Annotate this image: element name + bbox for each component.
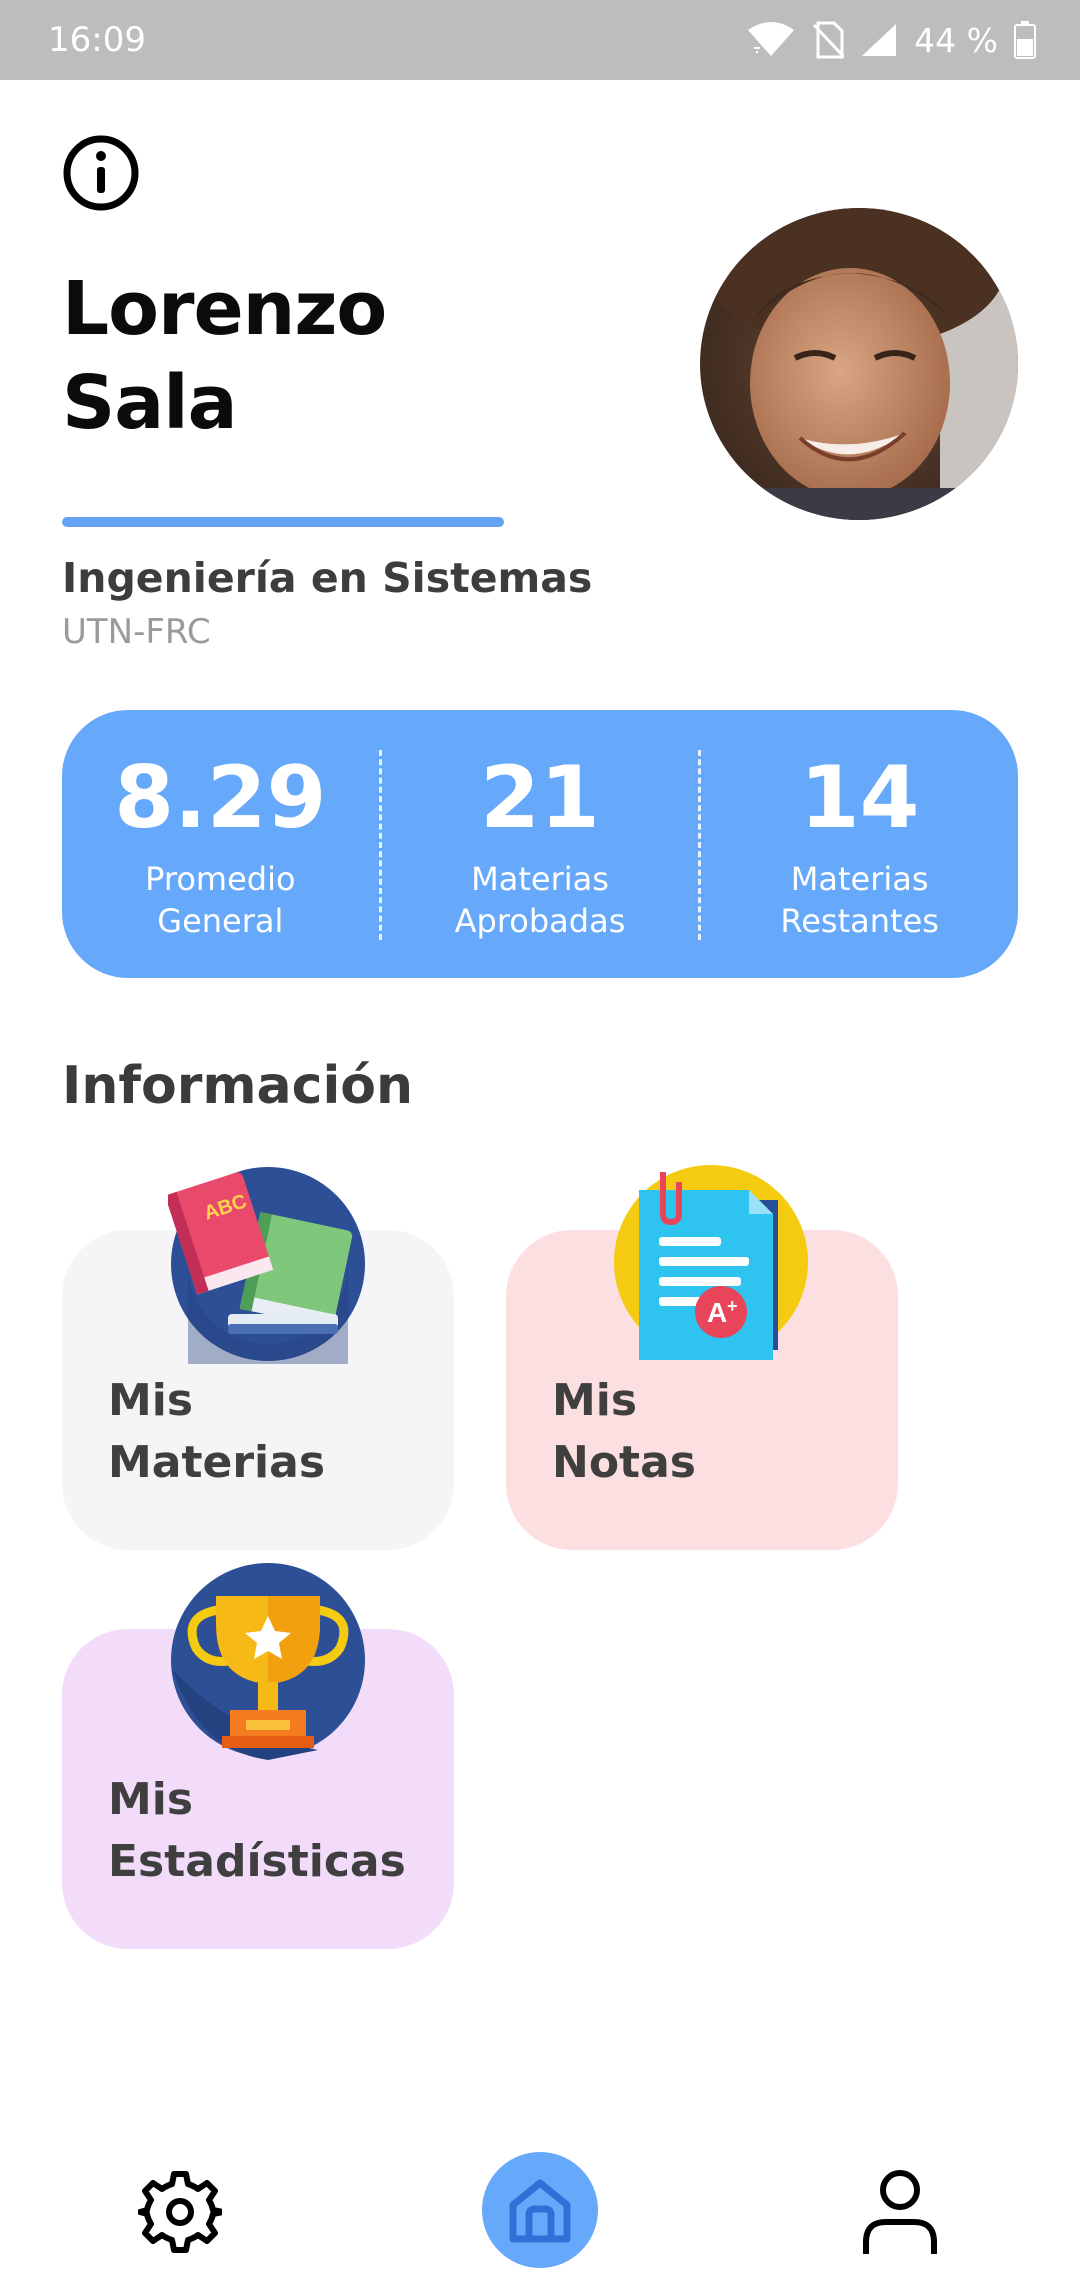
card-title-line1: Mis bbox=[552, 1375, 638, 1426]
stat-label: Promedio General bbox=[145, 858, 295, 942]
home-icon bbox=[509, 2179, 571, 2243]
gear-icon bbox=[137, 2171, 226, 2253]
first-name: Lorenzo bbox=[62, 266, 387, 352]
card-title-line2: Notas bbox=[552, 1437, 696, 1488]
card-title-line1: Mis bbox=[108, 1375, 194, 1426]
card-title-line1: Mis bbox=[108, 1774, 194, 1825]
stat-label-line2: Restantes bbox=[780, 902, 939, 940]
user-icon bbox=[863, 2170, 937, 2254]
svg-text:A: A bbox=[707, 1297, 727, 1328]
stat-label: Materias Aprobadas bbox=[455, 858, 626, 942]
status-time: 16:09 bbox=[48, 20, 146, 60]
last-name: Sala bbox=[62, 360, 238, 446]
stat-promedio: 8.29 Promedio General bbox=[62, 710, 379, 978]
user-name: Lorenzo Sala bbox=[62, 262, 387, 450]
avatar[interactable] bbox=[700, 208, 1018, 520]
card-title: Mis Estadísticas bbox=[108, 1769, 406, 1893]
career-label: Ingeniería en Sistemas bbox=[62, 554, 593, 602]
stat-restantes: 14 Materias Restantes bbox=[701, 710, 1018, 978]
stat-aprobadas: 21 Materias Aprobadas bbox=[382, 710, 699, 978]
status-icons: 44 % bbox=[746, 21, 1036, 60]
status-bar: 16:09 44 % bbox=[0, 0, 1080, 80]
card-title-line2: Materias bbox=[108, 1437, 326, 1488]
card-title: Mis Notas bbox=[552, 1370, 696, 1494]
card-title-line2: Estadísticas bbox=[108, 1836, 406, 1887]
wifi-icon bbox=[748, 22, 795, 56]
stat-label-line1: Promedio bbox=[145, 860, 296, 898]
stats-card: 8.29 Promedio General 21 Materias Aproba… bbox=[62, 710, 1018, 978]
books-icon: ABC bbox=[165, 1164, 365, 1364]
svg-text:+: + bbox=[727, 1296, 738, 1316]
stat-label-line2: General bbox=[157, 902, 284, 940]
card-title: Mis Materias bbox=[108, 1370, 325, 1494]
stat-label-line1: Materias bbox=[790, 860, 929, 898]
graded-document-icon: A + bbox=[611, 1162, 808, 1360]
stat-label: Materias Restantes bbox=[780, 858, 939, 942]
section-title-informacion: Información bbox=[62, 1056, 414, 1116]
name-underline bbox=[62, 517, 504, 527]
battery-percent: 44 % bbox=[914, 20, 998, 60]
stat-label-line1: Materias bbox=[471, 860, 609, 898]
university-label: UTN-FRC bbox=[62, 612, 211, 652]
info-icon[interactable] bbox=[62, 134, 140, 212]
no-sim-icon bbox=[813, 21, 845, 59]
nav-settings-button[interactable] bbox=[137, 2170, 226, 2254]
battery-icon bbox=[1014, 21, 1036, 59]
stat-value: 8.29 bbox=[114, 748, 327, 848]
signal-icon bbox=[862, 24, 897, 56]
nav-home-button[interactable] bbox=[482, 2152, 598, 2268]
nav-profile-button[interactable] bbox=[860, 2168, 940, 2258]
stat-value: 14 bbox=[799, 748, 920, 848]
stat-value: 21 bbox=[480, 748, 600, 848]
stat-label-line2: Aprobadas bbox=[454, 902, 626, 940]
trophy-icon bbox=[168, 1560, 365, 1760]
